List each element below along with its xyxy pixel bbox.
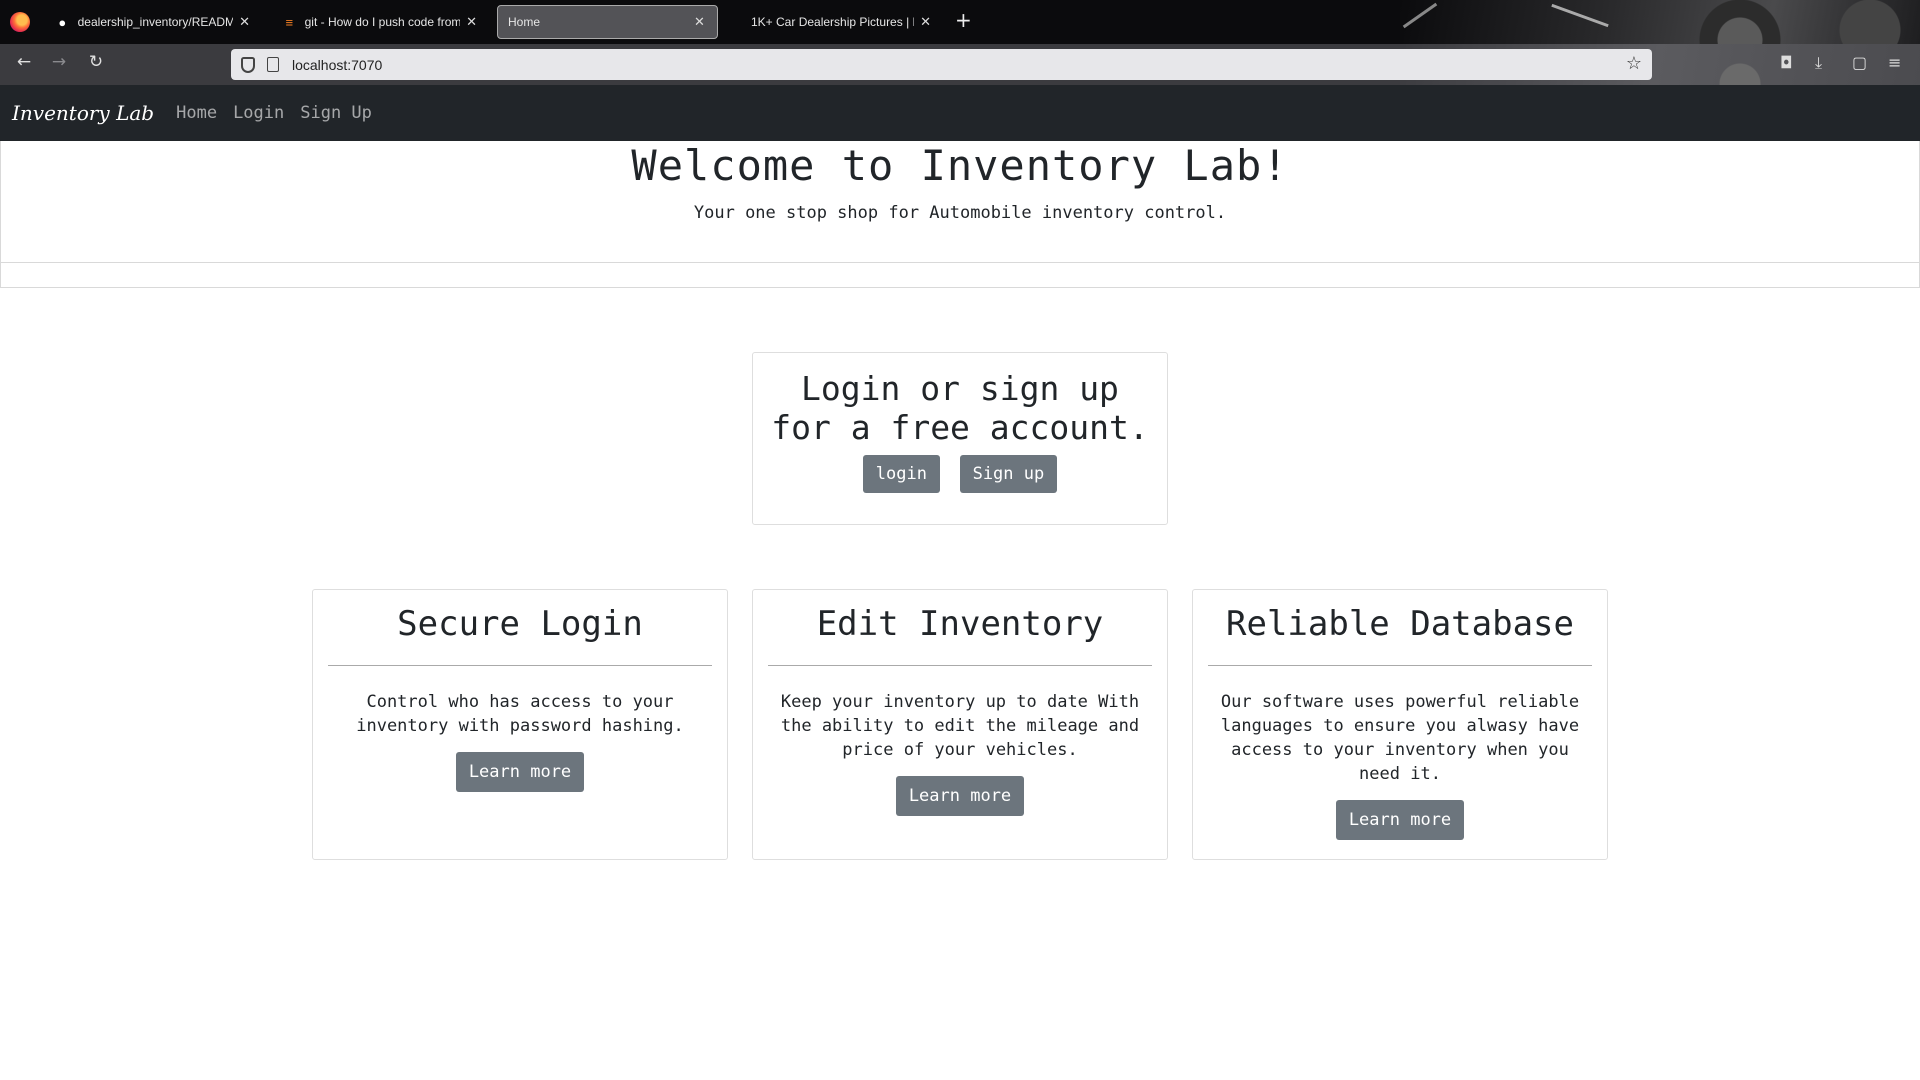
nav-link-login[interactable]: Login bbox=[233, 103, 284, 123]
signup-heading-line1: Login or sign up bbox=[801, 369, 1119, 408]
tab-readme[interactable]: ● dealership_inventory/README.md ✕ bbox=[45, 5, 260, 39]
nav-link-home[interactable]: Home bbox=[176, 103, 217, 123]
pocket-icon[interactable]: ◘ bbox=[1780, 53, 1793, 72]
close-icon[interactable]: ✕ bbox=[239, 14, 250, 30]
shield-icon[interactable] bbox=[241, 56, 255, 73]
learn-more-button[interactable]: Learn more bbox=[895, 776, 1025, 816]
tab-title: git - How do I push code from a bbox=[304, 15, 461, 29]
feature-title: Reliable Database bbox=[1226, 604, 1574, 644]
feature-text: Our software uses powerful reliable lang… bbox=[1220, 692, 1580, 784]
page-icon[interactable] bbox=[267, 57, 279, 72]
hero-section: Welcome to Inventory Lab! Your one stop … bbox=[0, 141, 1920, 263]
signup-card: Login or sign up for a free account. log… bbox=[752, 352, 1168, 525]
page-title: Welcome to Inventory Lab! bbox=[631, 141, 1289, 190]
tab-home[interactable]: Home ✕ bbox=[497, 5, 718, 39]
signup-heading-line2: for a free account. bbox=[771, 408, 1149, 447]
close-icon[interactable]: ✕ bbox=[694, 14, 705, 30]
back-icon[interactable]: ← bbox=[12, 52, 36, 72]
download-icon[interactable]: ⤓ bbox=[1815, 53, 1822, 73]
feature-text: Keep your inventory up to date With the … bbox=[780, 692, 1140, 760]
github-icon: ● bbox=[58, 14, 67, 30]
tab-title: 1K+ Car Dealership Pictures | Do bbox=[751, 15, 915, 29]
learn-more-button[interactable]: Learn more bbox=[1335, 800, 1465, 840]
feature-card-edit-inventory: Edit Inventory Keep your inventory up to… bbox=[752, 589, 1168, 860]
extensions-icon[interactable]: ▢ bbox=[1852, 53, 1867, 72]
page-subtitle: Your one stop shop for Automobile invent… bbox=[693, 203, 1227, 223]
url-bar[interactable]: localhost:7070 ☆ bbox=[231, 49, 1652, 80]
forward-icon[interactable]: → bbox=[47, 52, 71, 72]
login-button[interactable]: login bbox=[862, 455, 940, 493]
feature-text: Control who has access to your inventory… bbox=[356, 692, 684, 736]
firefox-icon[interactable] bbox=[10, 12, 30, 32]
site-navbar: Inventory Lab Home Login Sign Up bbox=[0, 85, 1920, 141]
brand-logo[interactable]: Inventory Lab bbox=[12, 101, 154, 125]
new-tab-button[interactable]: + bbox=[955, 8, 972, 32]
browser-toolbar: ← → ↻ localhost:7070 ☆ ◘ ⤓ ▢ ≡ bbox=[0, 44, 1920, 85]
theme-background bbox=[1400, 0, 1920, 44]
close-icon[interactable]: ✕ bbox=[920, 14, 931, 30]
signup-button[interactable]: Sign up bbox=[959, 455, 1058, 493]
tab-car-pictures[interactable]: 1K+ Car Dealership Pictures | Do ✕ bbox=[741, 5, 941, 39]
stackoverflow-icon: ≡ bbox=[285, 14, 294, 30]
learn-more-button[interactable]: Learn more bbox=[455, 752, 585, 792]
divider bbox=[328, 665, 712, 666]
close-icon[interactable]: ✕ bbox=[466, 14, 477, 30]
reload-icon[interactable]: ↻ bbox=[84, 52, 108, 72]
menu-icon[interactable]: ≡ bbox=[1888, 53, 1901, 72]
feature-title: Edit Inventory bbox=[816, 604, 1104, 644]
tab-title: dealership_inventory/README.md bbox=[77, 15, 234, 29]
feature-title: Secure Login bbox=[397, 604, 643, 644]
feature-card-secure-login: Secure Login Control who has access to y… bbox=[312, 589, 728, 860]
url-text[interactable]: localhost:7070 bbox=[292, 57, 382, 73]
signup-heading: Login or sign up for a free account. bbox=[753, 369, 1167, 447]
feature-card-reliable-database: Reliable Database Our software uses powe… bbox=[1192, 589, 1608, 860]
bookmark-star-icon[interactable]: ☆ bbox=[1626, 53, 1642, 74]
nav-link-signup[interactable]: Sign Up bbox=[300, 103, 372, 123]
tab-stackoverflow[interactable]: ≡ git - How do I push code from a ✕ bbox=[272, 5, 487, 39]
divider-strip bbox=[0, 262, 1920, 288]
browser-tab-bar: ● dealership_inventory/README.md ✕ ≡ git… bbox=[0, 0, 1920, 44]
divider bbox=[1208, 665, 1592, 666]
tab-title: Home bbox=[508, 15, 541, 29]
divider bbox=[768, 665, 1152, 666]
